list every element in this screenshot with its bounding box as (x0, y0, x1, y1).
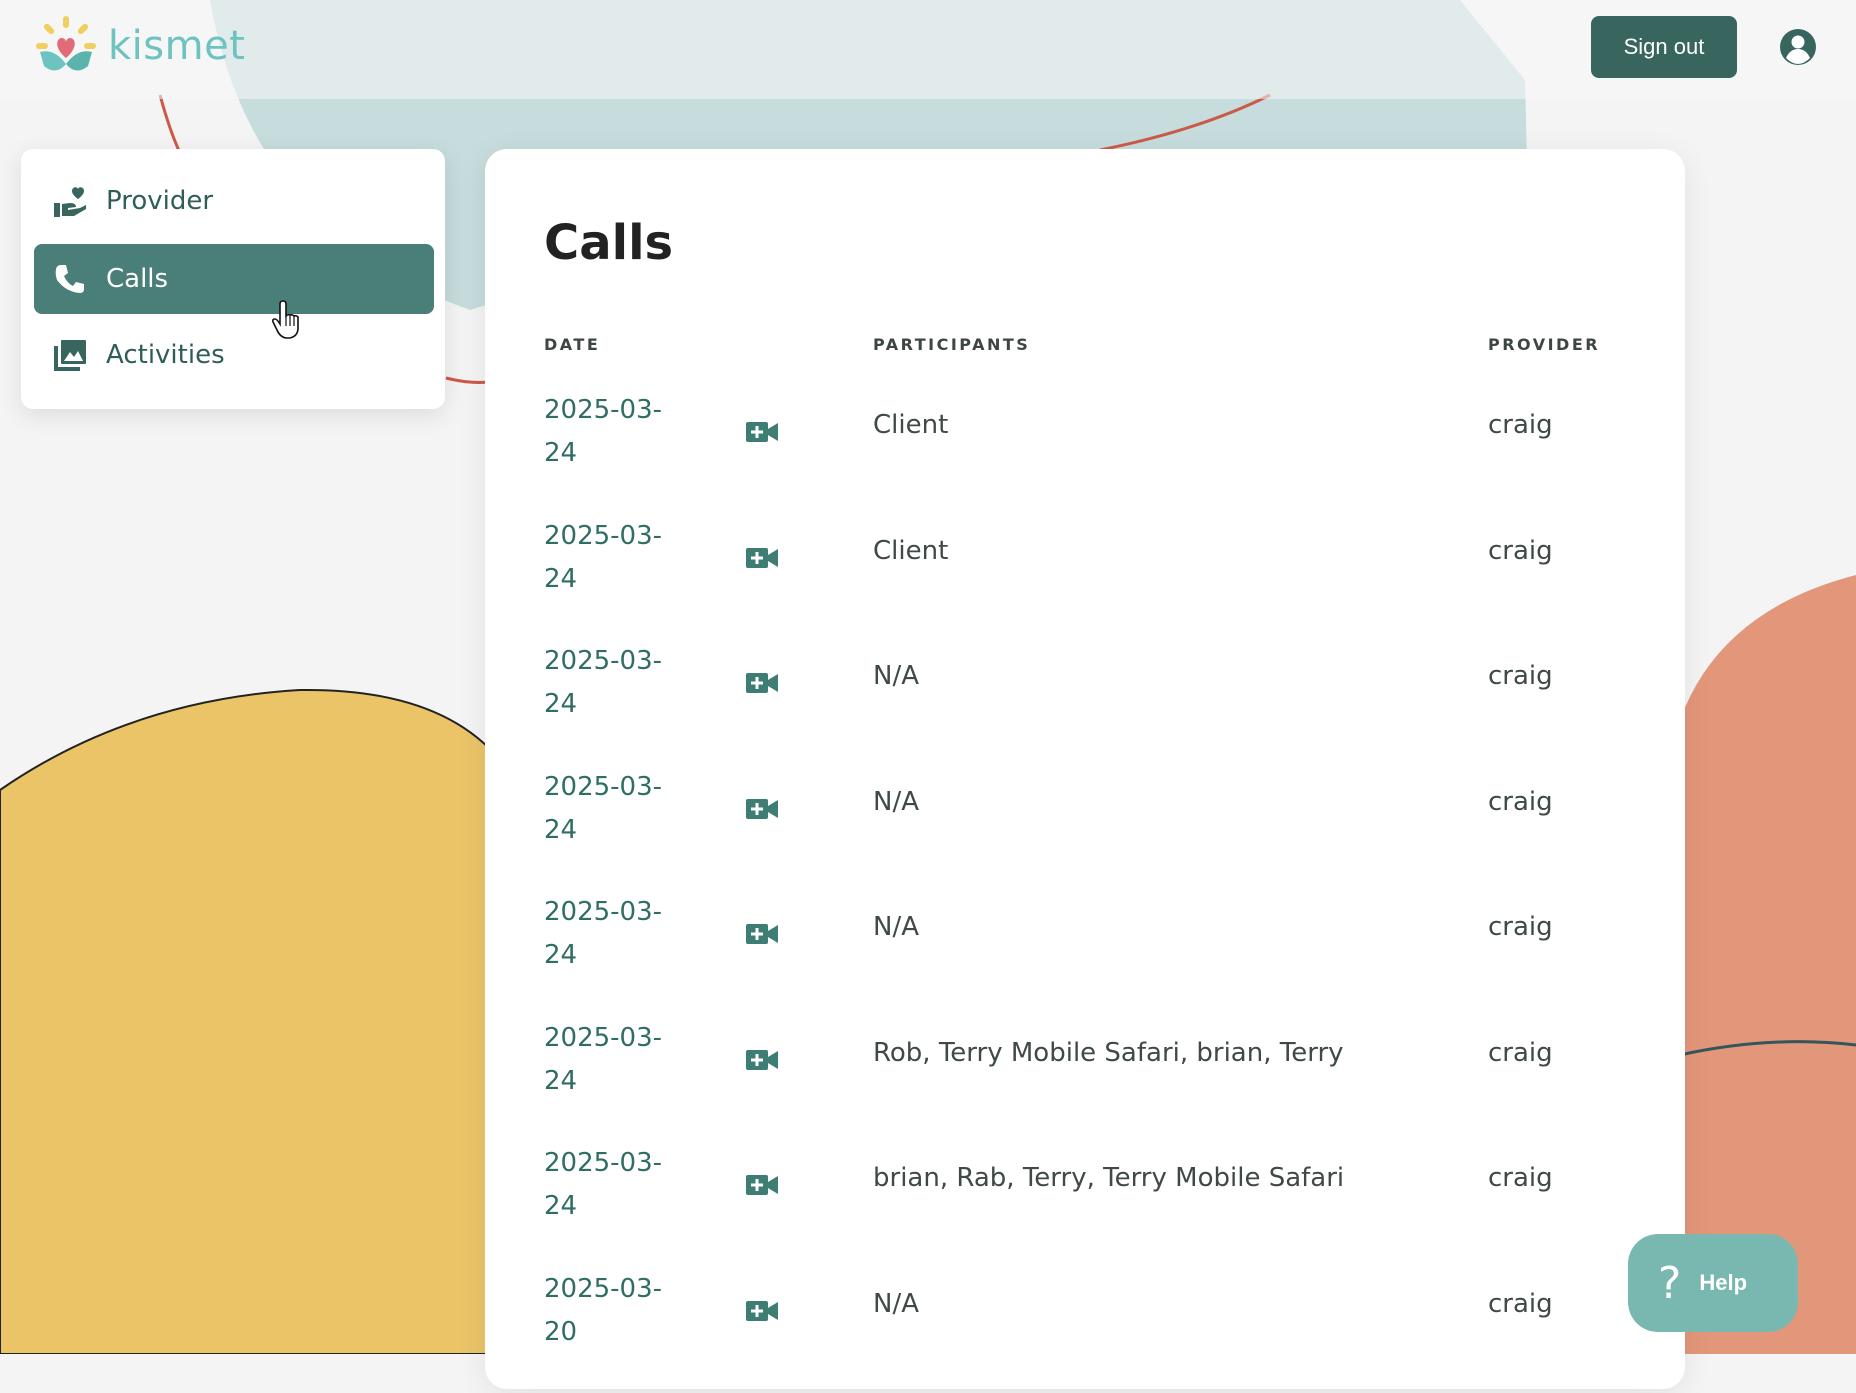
participants-cell: Client (873, 410, 949, 440)
call-date-line1: 2025-03- (544, 1273, 663, 1304)
call-date-line2: 20 (544, 1316, 578, 1347)
table-row: 2025-03- 24 Client craig (485, 515, 1685, 640)
provider-cell: craig (1488, 1163, 1553, 1193)
hand-cursor-icon (271, 300, 299, 339)
provider-cell: craig (1488, 912, 1553, 942)
call-date-link[interactable]: 2025-03- 24 (544, 515, 704, 601)
column-header-provider: PROVIDER (1488, 335, 1601, 354)
sidebar-item-label: Activities (106, 340, 225, 370)
call-date-line2: 24 (544, 563, 578, 594)
sign-out-button[interactable]: Sign out (1591, 16, 1737, 78)
video-call-icon[interactable] (745, 1298, 779, 1324)
call-date-line2: 24 (544, 1191, 578, 1221)
hand-heart-icon (52, 183, 88, 219)
provider-cell: craig (1488, 1037, 1553, 1068)
help-button[interactable]: ? Help (1628, 1234, 1798, 1332)
call-date-line1: 2025-03- (544, 646, 663, 676)
image-gallery-icon (52, 337, 88, 373)
participants-cell: Rob, Terry Mobile Safari, brian, Terry (873, 1037, 1344, 1068)
participants-cell: N/A (873, 1288, 919, 1319)
sidebar-nav: Provider Calls Activities (21, 149, 445, 409)
table-row: 2025-03- 24 brian, Rab, Terry, Terry Mobil… (485, 1142, 1685, 1267)
question-mark-icon: ? (1658, 1257, 1682, 1309)
page-title: Calls (544, 215, 674, 271)
participants-cell: N/A (873, 912, 919, 942)
provider-cell: craig (1488, 535, 1553, 566)
call-date-line1: 2025-03- (544, 897, 663, 927)
participants-cell: N/A (873, 661, 919, 691)
call-date-line1: 2025-03- (544, 771, 663, 802)
call-date-line2: 24 (544, 689, 578, 719)
call-date-line2: 24 (544, 1065, 578, 1096)
video-call-icon[interactable] (745, 796, 779, 822)
table-row: 2025-03- 24 N/A craig (485, 766, 1685, 891)
call-date-link[interactable]: 2025-03- 24 (544, 1142, 704, 1228)
table-row: 2025-03- 24 N/A craig (485, 891, 1685, 1016)
column-header-participants: PARTICIPANTS (873, 335, 1031, 354)
call-date-line1: 2025-03- (544, 395, 663, 425)
video-call-icon[interactable] (745, 670, 779, 696)
video-call-icon[interactable] (745, 1047, 779, 1073)
provider-cell: craig (1488, 661, 1553, 691)
help-label: Help (1699, 1270, 1748, 1295)
video-call-icon[interactable] (745, 1172, 779, 1198)
call-date-link[interactable]: 2025-03- 20 (544, 1268, 704, 1354)
video-call-icon[interactable] (745, 921, 779, 947)
video-call-icon[interactable] (745, 545, 779, 571)
provider-cell: craig (1488, 1288, 1553, 1319)
top-bar: kismet Sign out (0, 0, 1856, 99)
video-call-icon[interactable] (745, 419, 779, 445)
calls-card: Calls DATE PARTICIPANTS PROVIDER 2025-03… (485, 149, 1685, 1389)
call-date-link[interactable]: 2025-03- 24 (544, 640, 704, 726)
sidebar-item-label: Provider (106, 186, 214, 216)
sidebar-item-label: Calls (106, 264, 169, 294)
sidebar-item-calls[interactable]: Calls (34, 244, 434, 314)
participants-cell: N/A (873, 786, 919, 817)
provider-cell: craig (1488, 410, 1553, 440)
call-date-line1: 2025-03- (544, 1148, 663, 1178)
provider-cell: craig (1488, 786, 1553, 817)
participants-cell: Client (873, 535, 949, 566)
call-date-link[interactable]: 2025-03- 24 (544, 389, 704, 475)
call-date-line1: 2025-03- (544, 520, 663, 551)
call-date-line2: 24 (544, 814, 578, 845)
sidebar-item-activities[interactable]: Activities (34, 320, 434, 390)
sidebar-item-provider[interactable]: Provider (34, 166, 434, 236)
table-row: 2025-03- 24 Rob, Terry Mobile Safari, bria… (485, 1017, 1685, 1142)
column-header-date: DATE (544, 335, 601, 354)
table-row: 2025-03- 24 N/A craig (485, 640, 1685, 765)
app-name: kismet (108, 23, 246, 69)
call-date-link[interactable]: 2025-03- 24 (544, 766, 704, 852)
table-row: 2025-03- 24 Client craig (485, 389, 1685, 514)
kismet-logo[interactable]: kismet (34, 14, 245, 78)
call-date-line2: 24 (544, 438, 578, 468)
phone-icon (52, 261, 88, 297)
call-date-line1: 2025-03- (544, 1022, 663, 1053)
call-date-line2: 24 (544, 940, 578, 970)
participants-cell: brian, Rab, Terry, Terry Mobile Safari (873, 1163, 1345, 1193)
call-date-link[interactable]: 2025-03- 24 (544, 1017, 704, 1103)
call-date-link[interactable]: 2025-03- 24 (544, 891, 704, 977)
kismet-logo-icon (36, 16, 96, 71)
table-row: 2025-03- 20 N/A craig (485, 1268, 1685, 1393)
account-circle-icon[interactable] (1778, 27, 1818, 67)
